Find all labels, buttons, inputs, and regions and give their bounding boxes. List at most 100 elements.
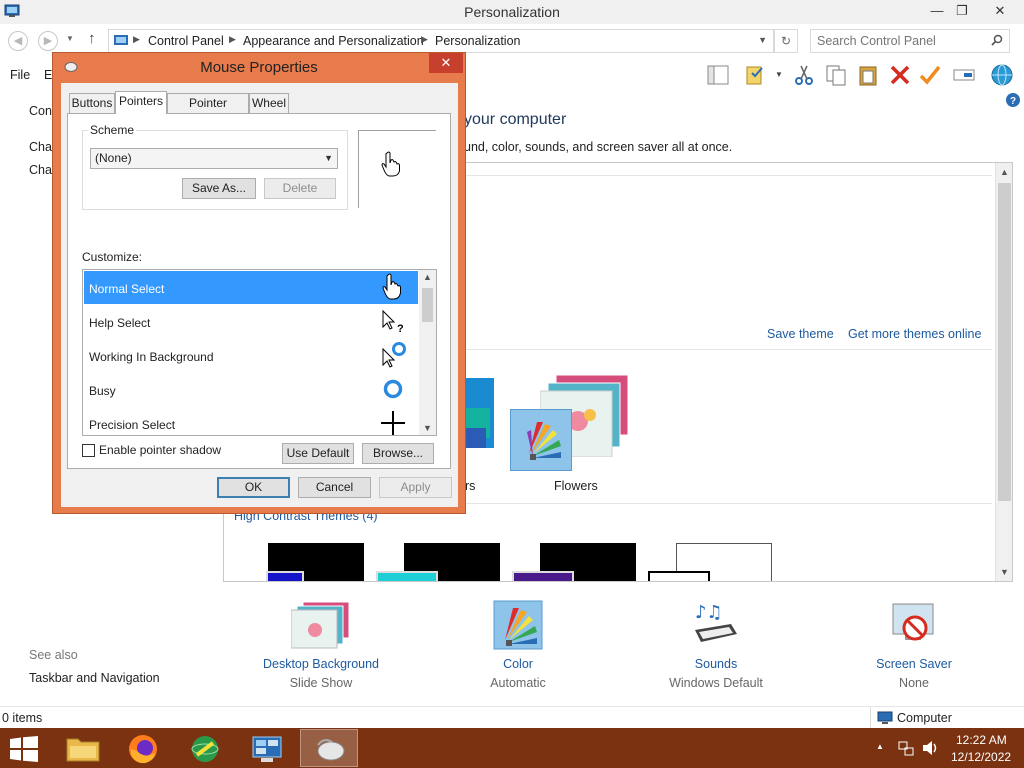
apply-button[interactable]: Apply bbox=[379, 477, 452, 498]
layout-icon[interactable] bbox=[706, 63, 730, 87]
maximize-button[interactable]: ❐ bbox=[947, 0, 977, 22]
breadcrumb-separator-icon[interactable]: ▶ bbox=[421, 34, 428, 45]
scroll-up-icon[interactable]: ▲ bbox=[419, 272, 436, 282]
breadcrumb-separator-icon[interactable]: ▶ bbox=[229, 34, 236, 45]
firefox-taskbar-button[interactable] bbox=[114, 729, 172, 767]
properties-dropdown-icon[interactable]: ▼ bbox=[775, 70, 783, 79]
scroll-thumb[interactable] bbox=[998, 183, 1011, 501]
windows-start-icon[interactable] bbox=[10, 736, 38, 762]
tab-pointer-options[interactable]: Pointer Options bbox=[167, 93, 249, 128]
download-manager-taskbar-button[interactable] bbox=[176, 729, 234, 767]
copy-icon[interactable] bbox=[824, 63, 848, 87]
left-nav-item[interactable]: Contr bbox=[29, 104, 53, 118]
scroll-thumb[interactable] bbox=[422, 288, 433, 322]
save-theme-link[interactable]: Save theme bbox=[767, 327, 834, 341]
pointer-shadow-checkbox[interactable] bbox=[82, 444, 95, 457]
pointer-shadow-label[interactable]: Enable pointer shadow bbox=[99, 443, 221, 457]
breadcrumb-personalization[interactable]: Personalization bbox=[435, 34, 520, 48]
address-bar[interactable]: ▶ Control Panel ▶ Appearance and Persona… bbox=[108, 29, 774, 53]
mouse-icon bbox=[317, 739, 345, 761]
address-dropdown-icon[interactable]: ▼ bbox=[758, 35, 767, 45]
scroll-down-icon[interactable]: ▼ bbox=[996, 567, 1012, 577]
tab-wheel[interactable]: Wheel bbox=[249, 93, 289, 113]
left-nav-item[interactable]: Char bbox=[29, 163, 53, 177]
screen-saver-item[interactable]: Screen Saver None bbox=[844, 600, 984, 690]
clock-time[interactable]: 12:22 AM bbox=[956, 733, 1007, 747]
close-button[interactable]: ✕ bbox=[985, 0, 1015, 22]
use-default-button[interactable]: Use Default bbox=[282, 443, 354, 464]
get-more-themes-link[interactable]: Get more themes online bbox=[848, 327, 981, 341]
properties-icon[interactable] bbox=[744, 63, 768, 87]
high-contrast-theme[interactable] bbox=[648, 571, 710, 581]
recent-dropdown-icon[interactable]: ▼ bbox=[66, 34, 74, 43]
show-hidden-icons[interactable]: ▲ bbox=[876, 742, 884, 751]
left-nav-item[interactable]: Char bbox=[29, 140, 53, 154]
breadcrumb-separator-icon[interactable]: ▶ bbox=[133, 34, 140, 45]
taskbar-navigation-link[interactable]: Taskbar and Navigation bbox=[29, 671, 160, 685]
desktop-background-link[interactable]: Desktop Background bbox=[251, 657, 391, 671]
screen-saver-icon bbox=[892, 603, 934, 641]
high-contrast-theme[interactable] bbox=[266, 571, 304, 581]
rename-icon[interactable] bbox=[952, 63, 976, 87]
working-cursor-icon bbox=[382, 342, 406, 368]
back-button[interactable]: ◀ bbox=[8, 31, 28, 51]
flowers-theme[interactable] bbox=[510, 375, 630, 471]
scroll-down-icon[interactable]: ▼ bbox=[419, 423, 436, 433]
tab-pointers[interactable]: Pointers bbox=[115, 91, 167, 114]
item-count: 0 items bbox=[2, 711, 43, 725]
volume-icon[interactable] bbox=[922, 740, 940, 756]
scroll-up-icon[interactable]: ▲ bbox=[996, 167, 1012, 177]
high-contrast-theme[interactable] bbox=[512, 571, 574, 581]
control-panel-taskbar-button[interactable] bbox=[238, 729, 296, 767]
forward-button[interactable]: ▶ bbox=[38, 31, 58, 51]
clock-date[interactable]: 12/12/2022 bbox=[951, 750, 1011, 764]
search-icon[interactable] bbox=[991, 34, 1003, 46]
search-box[interactable] bbox=[810, 29, 1010, 53]
help-icon[interactable]: ? bbox=[1006, 93, 1020, 107]
cursor-row-precision[interactable]: Precision Select bbox=[84, 407, 418, 435]
cut-icon[interactable] bbox=[792, 63, 816, 87]
cursor-list[interactable]: Normal Select Help Select ? Working In B… bbox=[82, 269, 437, 436]
address-row: ◀ ▶ ▼ ↑ ▶ Control Panel ▶ Appearance and… bbox=[0, 27, 1024, 55]
search-input[interactable] bbox=[817, 31, 987, 51]
file-explorer-taskbar-button[interactable] bbox=[54, 729, 112, 767]
cursor-row-busy[interactable]: Busy bbox=[84, 373, 418, 406]
mouse-taskbar-button[interactable] bbox=[300, 729, 358, 767]
desktop-background-icon bbox=[290, 601, 350, 649]
menu-file[interactable]: File bbox=[10, 68, 30, 82]
checkmark-icon[interactable] bbox=[918, 63, 942, 87]
globe-icon[interactable] bbox=[990, 63, 1014, 87]
cursor-name: Normal Select bbox=[89, 282, 165, 296]
up-arrow-icon[interactable]: ↑ bbox=[88, 30, 96, 47]
color-link[interactable]: Color bbox=[448, 657, 588, 671]
scheme-dropdown[interactable]: (None) ▼ bbox=[90, 148, 338, 169]
breadcrumb-control-panel[interactable]: Control Panel bbox=[148, 34, 224, 48]
hand-cursor-icon bbox=[381, 151, 400, 177]
delete-scheme-button[interactable]: Delete bbox=[264, 178, 336, 199]
sounds-link[interactable]: Sounds bbox=[646, 657, 786, 671]
see-also-heading: See also bbox=[29, 648, 78, 662]
sounds-item[interactable]: ♪♫ Sounds Windows Default bbox=[646, 600, 786, 690]
desktop-background-item[interactable]: Desktop Background Slide Show bbox=[251, 600, 391, 690]
breadcrumb-appearance[interactable]: Appearance and Personalization bbox=[243, 34, 424, 48]
color-item[interactable]: Color Automatic bbox=[448, 600, 588, 690]
cursor-row-normal-select[interactable]: Normal Select bbox=[84, 271, 418, 304]
network-icon[interactable] bbox=[898, 740, 914, 756]
theme-label[interactable]: Flowers bbox=[554, 479, 598, 493]
screen-saver-link[interactable]: Screen Saver bbox=[844, 657, 984, 671]
ok-button[interactable]: OK bbox=[217, 477, 290, 498]
tab-buttons[interactable]: Buttons bbox=[69, 93, 115, 113]
cursor-row-working[interactable]: Working In Background bbox=[84, 339, 418, 372]
paste-icon[interactable] bbox=[856, 63, 880, 87]
cursor-list-scrollbar[interactable]: ▲ ▼ bbox=[419, 270, 436, 435]
cursor-row-help-select[interactable]: Help Select ? bbox=[84, 305, 418, 338]
browse-button[interactable]: Browse... bbox=[362, 443, 434, 464]
delete-icon[interactable] bbox=[888, 63, 912, 87]
dialog-client: Buttons Pointers Pointer Options Wheel S… bbox=[61, 83, 458, 507]
cancel-button[interactable]: Cancel bbox=[298, 477, 371, 498]
save-as-button[interactable]: Save As... bbox=[182, 178, 256, 199]
themes-scrollbar[interactable]: ▲ ▼ bbox=[995, 163, 1012, 581]
dialog-close-button[interactable]: ✕ bbox=[429, 53, 463, 73]
high-contrast-theme[interactable] bbox=[376, 571, 438, 581]
refresh-button[interactable]: ↻ bbox=[774, 29, 798, 53]
